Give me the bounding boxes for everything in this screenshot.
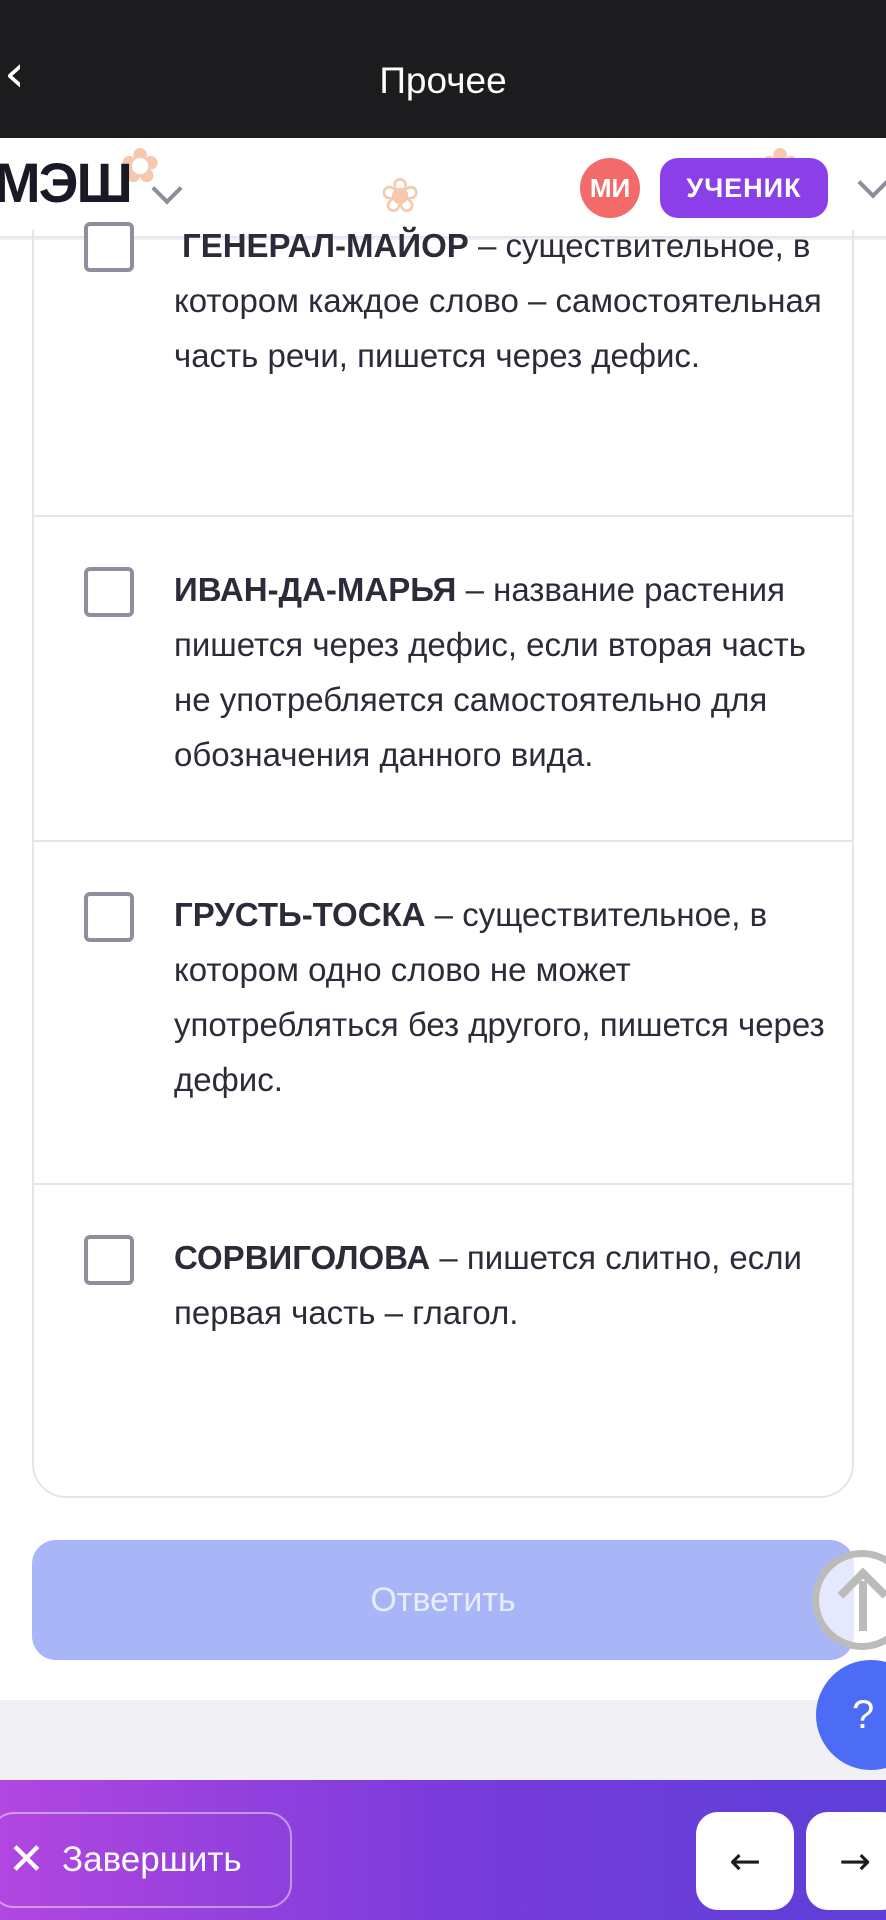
option-text: ГРУСТЬ-ТОСКА – существительное, в которо… — [174, 887, 834, 1107]
option-text: СОРВИГОЛОВА – пишется слитно, если перва… — [174, 1230, 834, 1340]
arrow-right-icon: → — [839, 1839, 871, 1883]
options-card: ГЕНЕРАЛ-МАЙОР – существительное, в котор… — [32, 222, 854, 1498]
page-title: Прочее — [379, 60, 507, 101]
arrow-left-icon: ← — [729, 1839, 761, 1883]
answer-option[interactable]: ГЕНЕРАЛ-МАЙОР – существительное, в котор… — [34, 222, 852, 517]
option-term: ГРУСТЬ-ТОСКА — [174, 896, 426, 933]
answer-button[interactable]: Ответить — [32, 1540, 854, 1660]
leaf-decoration-icon: ❀ — [380, 170, 421, 223]
option-text: ГЕНЕРАЛ-МАЙОР – существительное, в котор… — [174, 218, 834, 383]
finish-label: Завершить — [62, 1840, 242, 1879]
bottom-bar: ✕ Завершить ← → — [0, 1780, 886, 1920]
option-term: ИВАН-ДА-МАРЬЯ — [174, 571, 457, 608]
close-icon: ✕ — [8, 1834, 45, 1885]
option-checkbox[interactable] — [84, 892, 134, 942]
top-navigation-bar: ‹ Прочее — [0, 0, 886, 138]
option-term: СОРВИГОЛОВА — [174, 1239, 431, 1276]
option-text: ИВАН-ДА-МАРЬЯ – название растения пишетс… — [174, 562, 834, 782]
option-term: ГЕНЕРАЛ-МАЙОР — [182, 227, 469, 264]
answer-option[interactable]: ГРУСТЬ-ТОСКА – существительное, в которо… — [34, 842, 852, 1185]
next-button[interactable]: → — [806, 1812, 886, 1910]
avatar[interactable]: МИ — [580, 158, 640, 218]
chevron-down-icon[interactable] — [857, 167, 886, 199]
option-checkbox[interactable] — [84, 1235, 134, 1285]
finish-button[interactable]: ✕ Завершить — [0, 1812, 292, 1908]
option-checkbox[interactable] — [84, 222, 134, 272]
logo[interactable]: МЭШ — [0, 150, 133, 215]
role-badge[interactable]: УЧЕНИК — [660, 158, 828, 218]
answer-option[interactable]: СОРВИГОЛОВА – пишется слитно, если перва… — [34, 1185, 852, 1415]
main-content: ГЕНЕРАЛ-МАЙОР – существительное, в котор… — [0, 222, 886, 1700]
option-checkbox[interactable] — [84, 567, 134, 617]
answer-option[interactable]: ИВАН-ДА-МАРЬЯ – название растения пишетс… — [34, 517, 852, 842]
previous-button[interactable]: ← — [696, 1812, 794, 1910]
